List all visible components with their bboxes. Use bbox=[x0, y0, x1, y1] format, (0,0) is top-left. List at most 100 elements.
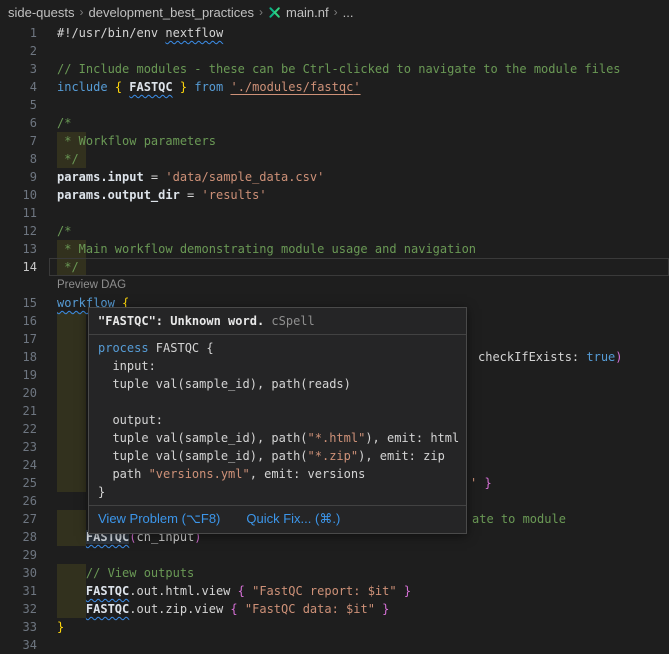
code-token: .out.html.view bbox=[129, 584, 237, 598]
quick-fix-link[interactable]: Quick Fix... (⌘.) bbox=[246, 511, 340, 527]
breadcrumb-separator: › bbox=[259, 5, 263, 19]
code-token: params.output_dir bbox=[57, 188, 180, 202]
code-line-8[interactable]: */ bbox=[57, 150, 669, 168]
code-line-11[interactable] bbox=[57, 204, 669, 222]
code-line-34[interactable] bbox=[57, 636, 669, 654]
code-line-31[interactable]: FASTQC.out.html.view { "FastQC report: $… bbox=[57, 582, 669, 600]
editor-line-row: 3// Include modules - these can be Ctrl-… bbox=[0, 60, 669, 78]
code-token: ), emit: zip bbox=[358, 449, 445, 463]
line-number: 12 bbox=[0, 222, 46, 240]
code-line-5[interactable] bbox=[57, 96, 669, 114]
code-token: } bbox=[382, 602, 389, 616]
breadcrumb-label: development_best_practices bbox=[88, 5, 254, 20]
code-token: tuple val(sample_id), path( bbox=[98, 449, 308, 463]
code-line-30[interactable]: // View outputs bbox=[57, 564, 669, 582]
code-line-1[interactable]: #!/usr/bin/env nextflow bbox=[57, 24, 669, 42]
code-line-7[interactable]: * Workflow parameters bbox=[57, 132, 669, 150]
hover-code-line: output: bbox=[98, 411, 457, 429]
code-token: FASTQC bbox=[86, 602, 129, 616]
editor-line-row: 7 * Workflow parameters bbox=[0, 132, 669, 150]
code-token: 'data/sample_data.csv' bbox=[165, 170, 324, 184]
code-line-9[interactable]: params.input = 'data/sample_data.csv' bbox=[57, 168, 669, 186]
hover-code-line bbox=[98, 393, 457, 411]
code-token bbox=[57, 566, 86, 580]
code-token: path bbox=[98, 467, 149, 481]
code-token: // Include modules - these can be Ctrl-c… bbox=[57, 62, 621, 76]
code-line-3[interactable]: // Include modules - these can be Ctrl-c… bbox=[57, 60, 669, 78]
code-token: params.input bbox=[57, 170, 144, 184]
code-token: /* bbox=[57, 116, 71, 130]
line-number: 17 bbox=[0, 330, 46, 348]
codelens-row: Preview DAG bbox=[0, 276, 669, 294]
line-number: 32 bbox=[0, 600, 46, 618]
line-number: 13 bbox=[0, 240, 46, 258]
code-line-12[interactable]: /* bbox=[57, 222, 669, 240]
code-line-29[interactable] bbox=[57, 546, 669, 564]
line-number: 22 bbox=[0, 420, 46, 438]
code-token: FASTQC bbox=[86, 584, 129, 598]
code-token: "*.zip" bbox=[308, 449, 359, 463]
diagnostic-source-label: cSpell bbox=[271, 314, 314, 328]
code-token: FASTQC { bbox=[149, 341, 214, 355]
line-number: 23 bbox=[0, 438, 46, 456]
code-line-10[interactable]: params.output_dir = 'results' bbox=[57, 186, 669, 204]
editor-line-row: 4include { FASTQC } from './modules/fast… bbox=[0, 78, 669, 96]
line-number: 16 bbox=[0, 312, 46, 330]
view-problem-link[interactable]: View Problem (⌥F8) bbox=[98, 511, 220, 527]
breadcrumb-separator: › bbox=[79, 5, 83, 19]
hover-code-line: } bbox=[98, 483, 457, 501]
line-number: 26 bbox=[0, 492, 46, 510]
code-line-2[interactable] bbox=[57, 42, 669, 60]
editor-line-row: 29 bbox=[0, 546, 669, 564]
code-token: { bbox=[238, 584, 245, 598]
editor-line-row: 1#!/usr/bin/env nextflow bbox=[0, 24, 669, 42]
code-token: #!/usr/bin/env bbox=[57, 26, 165, 40]
code-token: */ bbox=[57, 152, 79, 166]
code-token: { bbox=[115, 80, 122, 94]
hover-code-preview: process FASTQC { input: tuple val(sample… bbox=[89, 335, 466, 505]
line-number: 9 bbox=[0, 168, 46, 186]
code-line-13[interactable]: * Main workflow demonstrating module usa… bbox=[57, 240, 669, 258]
breadcrumb-item-development_best_practices[interactable]: development_best_practices bbox=[88, 5, 254, 20]
breadcrumb-item-main.nf[interactable]: main.nf bbox=[268, 5, 329, 20]
line-number: 10 bbox=[0, 186, 46, 204]
code-token: */ bbox=[57, 260, 79, 274]
breadcrumb-separator: › bbox=[334, 5, 338, 19]
code-line-33[interactable]: } bbox=[57, 618, 669, 636]
code-line-4[interactable]: include { FASTQC } from './modules/fastq… bbox=[57, 78, 669, 96]
code-token: /* bbox=[57, 224, 71, 238]
code-token: .out.zip.view bbox=[129, 602, 230, 616]
code-token: } bbox=[98, 485, 105, 499]
codelens-preview-dag[interactable]: Preview DAG bbox=[57, 276, 126, 294]
code-token bbox=[397, 584, 404, 598]
breadcrumb-item-side-quests[interactable]: side-quests bbox=[8, 5, 74, 20]
line-number: 20 bbox=[0, 384, 46, 402]
hover-code-line: input: bbox=[98, 357, 457, 375]
code-token: input: bbox=[98, 359, 156, 373]
code-fragment: ate to module bbox=[472, 512, 566, 526]
line-number: 27 bbox=[0, 510, 46, 528]
code-token: ate to module bbox=[472, 512, 566, 526]
code-fragment: checkIfExists: true) bbox=[478, 350, 623, 364]
line-number: 21 bbox=[0, 402, 46, 420]
breadcrumb: side-quests › development_best_practices › m… bbox=[0, 0, 669, 24]
code-token: "versions.yml" bbox=[149, 467, 250, 481]
line-number: 31 bbox=[0, 582, 46, 600]
line-number: 11 bbox=[0, 204, 46, 222]
code-line-14[interactable]: */ bbox=[57, 258, 669, 276]
code-token: = bbox=[180, 188, 202, 202]
editor-line-row: 6/* bbox=[0, 114, 669, 132]
code-token: ) bbox=[615, 350, 622, 364]
editor-line-row: 30 // View outputs bbox=[0, 564, 669, 582]
hover-code-line: process FASTQC { bbox=[98, 339, 457, 357]
editor-line-row: 14 */ bbox=[0, 258, 669, 276]
editor-line-row: 33} bbox=[0, 618, 669, 636]
hover-diagnostic-message: "FASTQC": Unknown word. cSpell bbox=[89, 308, 466, 335]
code-line-6[interactable]: /* bbox=[57, 114, 669, 132]
code-token bbox=[57, 530, 86, 544]
code-line-32[interactable]: FASTQC.out.zip.view { "FastQC data: $it"… bbox=[57, 600, 669, 618]
line-number: 5 bbox=[0, 96, 46, 114]
breadcrumb-item-symbol[interactable]: ... bbox=[343, 5, 354, 20]
code-token: checkIfExists: bbox=[478, 350, 586, 364]
breadcrumb-label: side-quests bbox=[8, 5, 74, 20]
